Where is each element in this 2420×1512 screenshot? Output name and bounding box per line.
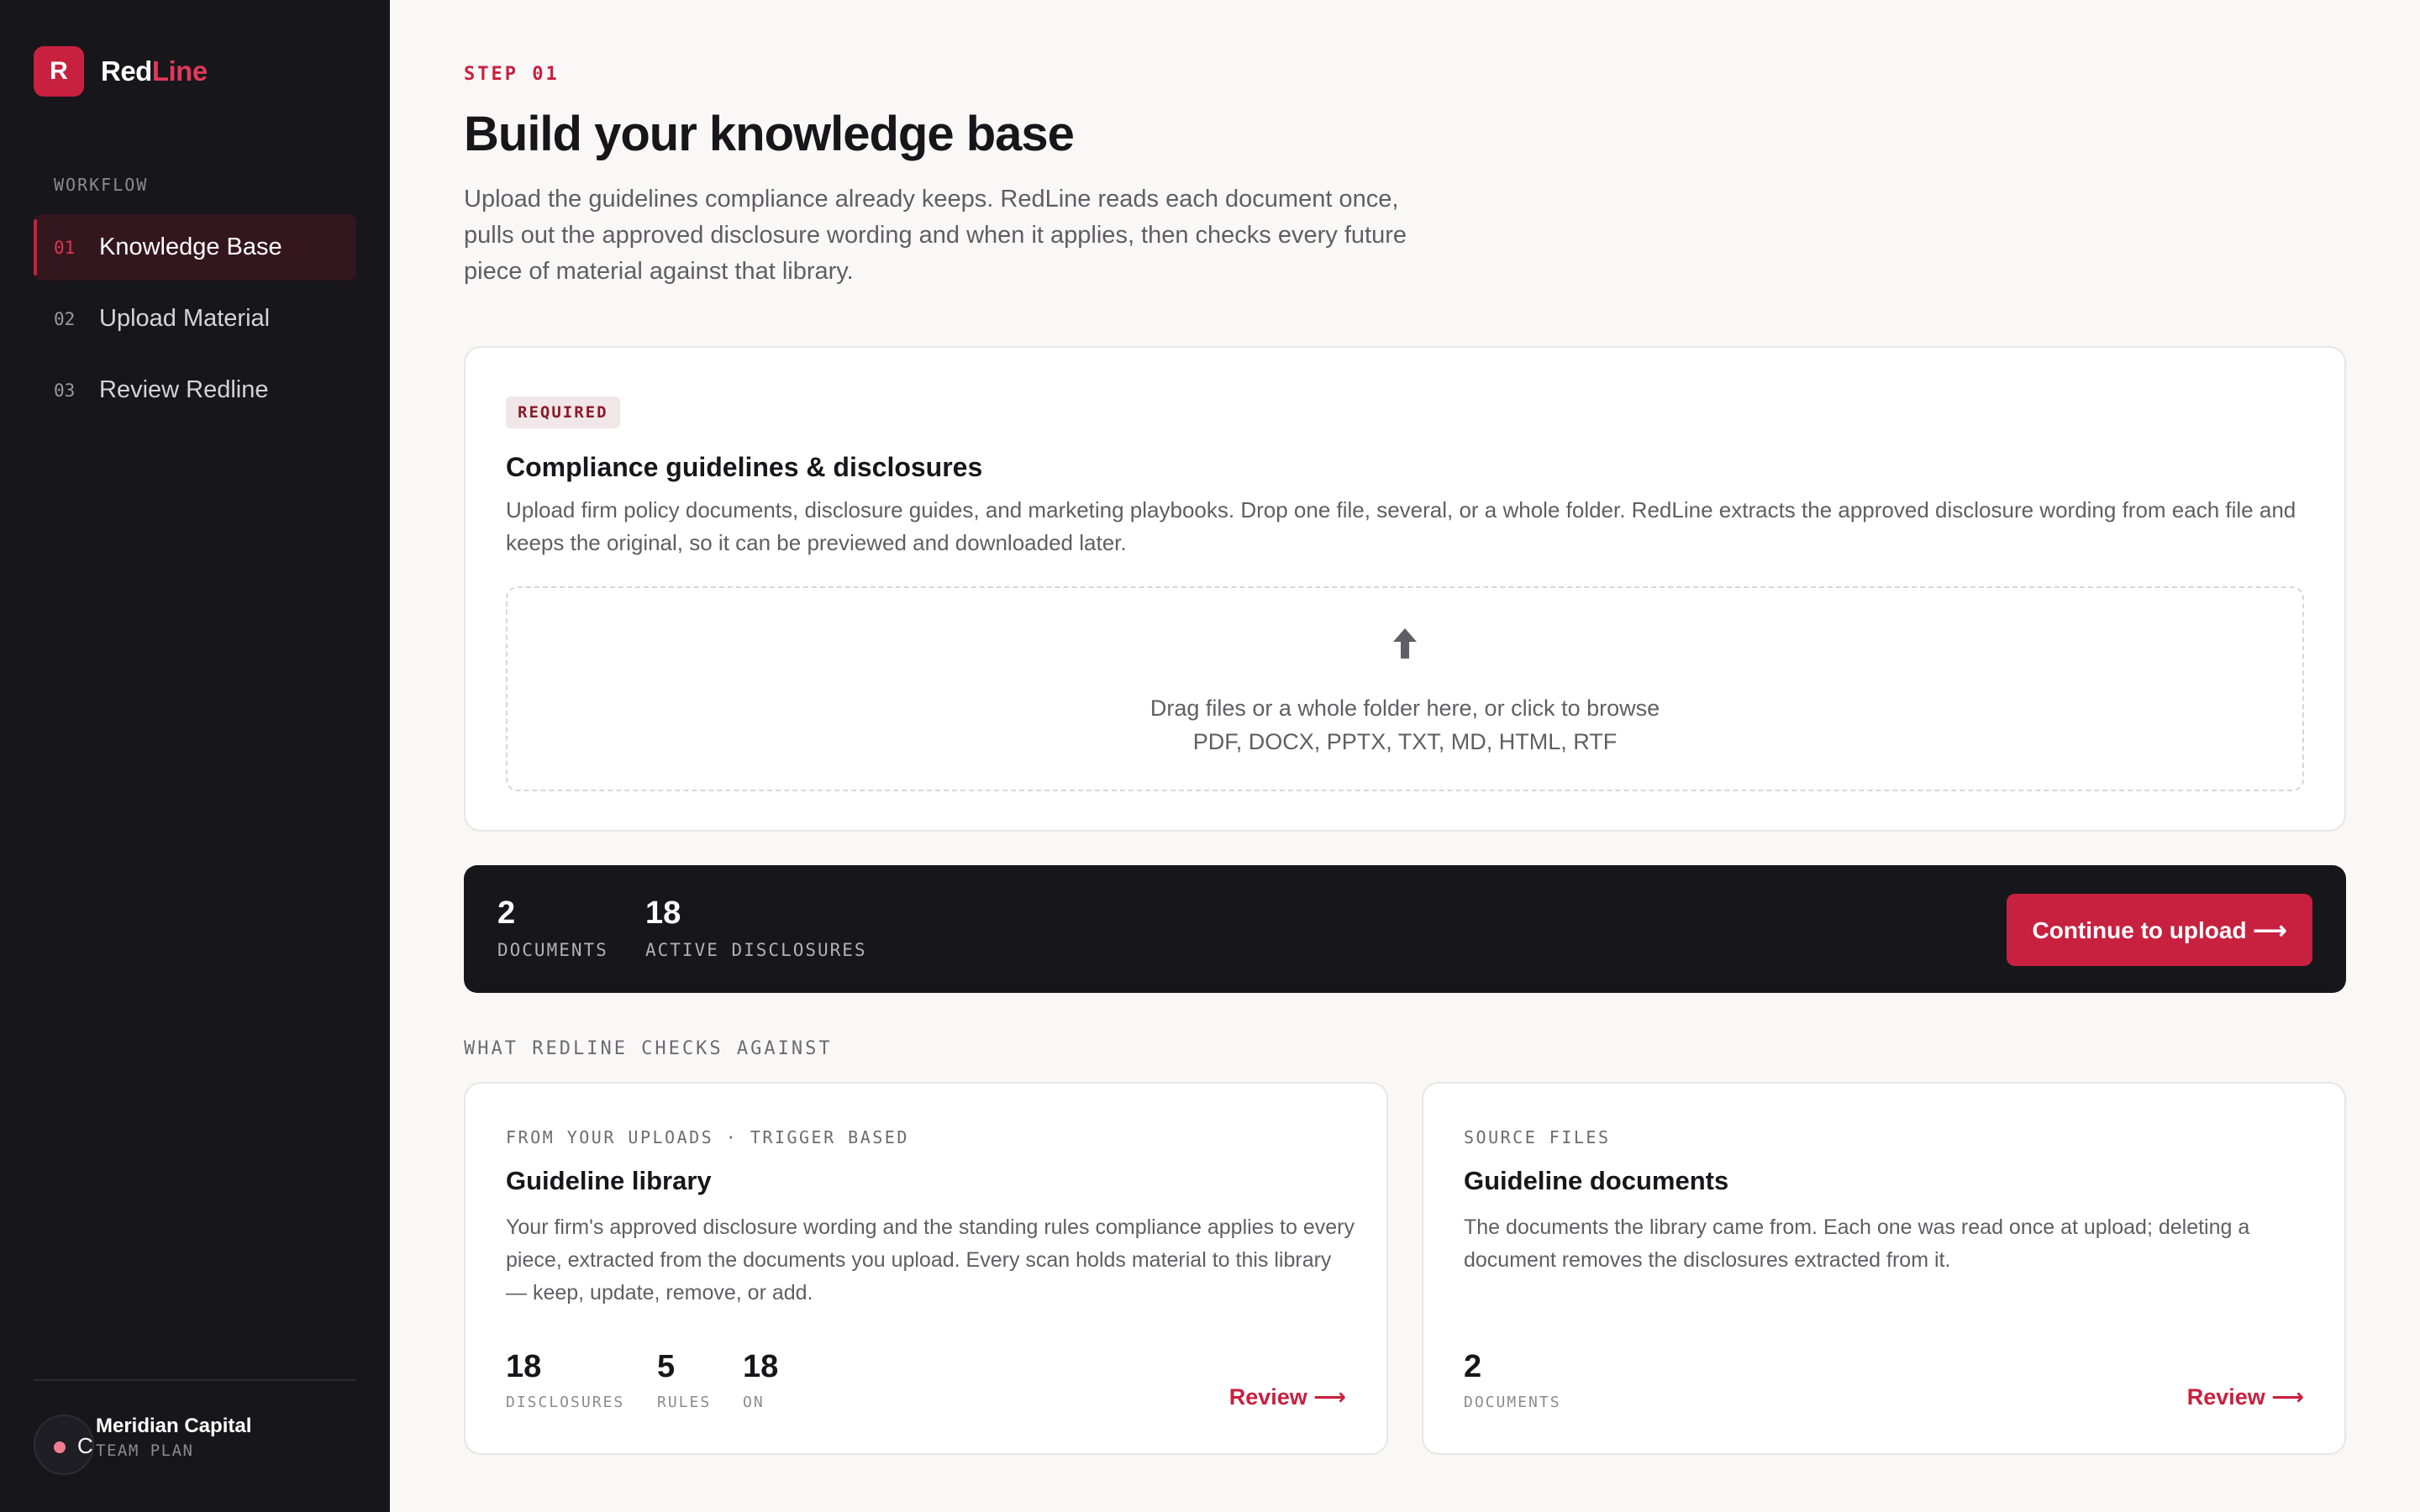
nav-section-label: WORKFLOW (54, 175, 149, 195)
sidebar-divider (34, 1379, 356, 1381)
continue-to-upload-button[interactable]: Continue to upload ⟶ (2007, 894, 2312, 966)
upload-card-description: Upload firm policy documents, disclosure… (506, 497, 2296, 555)
sidebar-item-upload-material[interactable]: 02 Upload Material (34, 286, 356, 352)
documents-card-stat-label: DOCUMENTS (1464, 1394, 1561, 1411)
sidebar-item-review-redline[interactable]: 03 Review Redline (34, 357, 356, 423)
library-stat-disclosures: 18 DISCLOSURES (506, 1349, 624, 1411)
dropzone-instructions: Drag files or a whole folder here, or cl… (1150, 696, 1660, 721)
upload-arrow-icon (508, 627, 2302, 660)
disclosures-count: 18 (645, 895, 681, 931)
file-dropzone[interactable]: Drag files or a whole folder here, or cl… (506, 586, 2304, 791)
nav-item-number: 02 (54, 308, 76, 329)
library-stat-on: 18 ON (743, 1349, 778, 1411)
nav-item-label: Review Redline (99, 376, 269, 403)
library-eyebrow: FROM YOUR UPLOADS · TRIGGER BASED (506, 1127, 909, 1147)
sidebar-item-knowledge-base[interactable]: 01 Knowledge Base (34, 214, 356, 281)
avatar-letter: C (77, 1433, 93, 1458)
brand-logo-icon: R (34, 46, 84, 97)
library-description: Your firm's approved disclosure wording … (506, 1215, 1355, 1305)
library-review-link[interactable]: Review ⟶ (1229, 1384, 1346, 1410)
library-stat-value: 18 (506, 1349, 542, 1384)
upload-card-title: Compliance guidelines & disclosures (506, 452, 983, 482)
documents-eyebrow: SOURCE FILES (1464, 1127, 1611, 1147)
upload-card: REQUIRED Compliance guidelines & disclos… (464, 346, 2346, 832)
documents-review-link[interactable]: Review ⟶ (2187, 1384, 2304, 1410)
page-title: Build your knowledge base (464, 107, 1075, 161)
page-intro: Upload the guidelines compliance already… (464, 186, 1407, 285)
guideline-library-card: FROM YOUR UPLOADS · TRIGGER BASED Guidel… (464, 1082, 1388, 1455)
library-stat-label: RULES (657, 1394, 712, 1411)
required-badge: REQUIRED (506, 396, 620, 428)
guideline-documents-card: SOURCE FILES Guideline documents The doc… (1422, 1082, 2346, 1455)
documents-label: DOCUMENTS (497, 940, 608, 960)
nav-item-label: Knowledge Base (99, 234, 282, 260)
org-account[interactable]: C Meridian Capital TEAM PLAN (34, 1415, 251, 1475)
brand-name-accent: Line (151, 55, 208, 87)
documents-stat: 2 DOCUMENTS (497, 895, 608, 960)
nav-item-number: 01 (54, 237, 76, 258)
library-stat-value: 5 (657, 1349, 676, 1384)
status-dot-icon (54, 1441, 66, 1453)
brand-name-primary: Red (101, 55, 152, 87)
dropzone-formats: PDF, DOCX, PPTX, TXT, MD, HTML, RTF (1192, 729, 1618, 754)
library-stat-label: ON (743, 1394, 765, 1411)
org-name: Meridian Capital (96, 1415, 252, 1437)
org-plan: TEAM PLAN (96, 1441, 194, 1460)
org-text: Meridian Capital TEAM PLAN (96, 1415, 251, 1460)
nav-item-label: Upload Material (99, 305, 271, 332)
library-stat-rules: 5 RULES (657, 1349, 711, 1411)
stats-bar: 2 DOCUMENTS 18 ACTIVE DISCLOSURES Contin… (464, 865, 2346, 993)
documents-description: The documents the library came from. Eac… (1464, 1215, 2250, 1272)
library-stat-value: 18 (743, 1349, 779, 1384)
library-title: Guideline library (506, 1166, 712, 1195)
workflow-nav: 01 Knowledge Base 02 Upload Material 03 … (34, 214, 356, 428)
documents-card-stat: 2 DOCUMENTS (1464, 1349, 1561, 1411)
documents-title: Guideline documents (1464, 1166, 1729, 1195)
nav-item-number: 03 (54, 380, 76, 401)
step-label: STEP 01 (464, 64, 560, 85)
disclosures-label: ACTIVE DISCLOSURES (645, 940, 867, 960)
brand[interactable]: R RedLine (34, 46, 208, 97)
disclosures-stat: 18 ACTIVE DISCLOSURES (645, 895, 867, 960)
library-stat-label: DISCLOSURES (506, 1394, 625, 1411)
checks-section-label: WHAT REDLINE CHECKS AGAINST (464, 1038, 833, 1059)
documents-card-stat-value: 2 (1464, 1349, 1482, 1384)
sidebar: R RedLine WORKFLOW 01 Knowledge Base 02 … (0, 0, 390, 1512)
documents-count: 2 (497, 895, 516, 931)
brand-name: RedLine (101, 55, 208, 87)
avatar: C (34, 1415, 94, 1475)
